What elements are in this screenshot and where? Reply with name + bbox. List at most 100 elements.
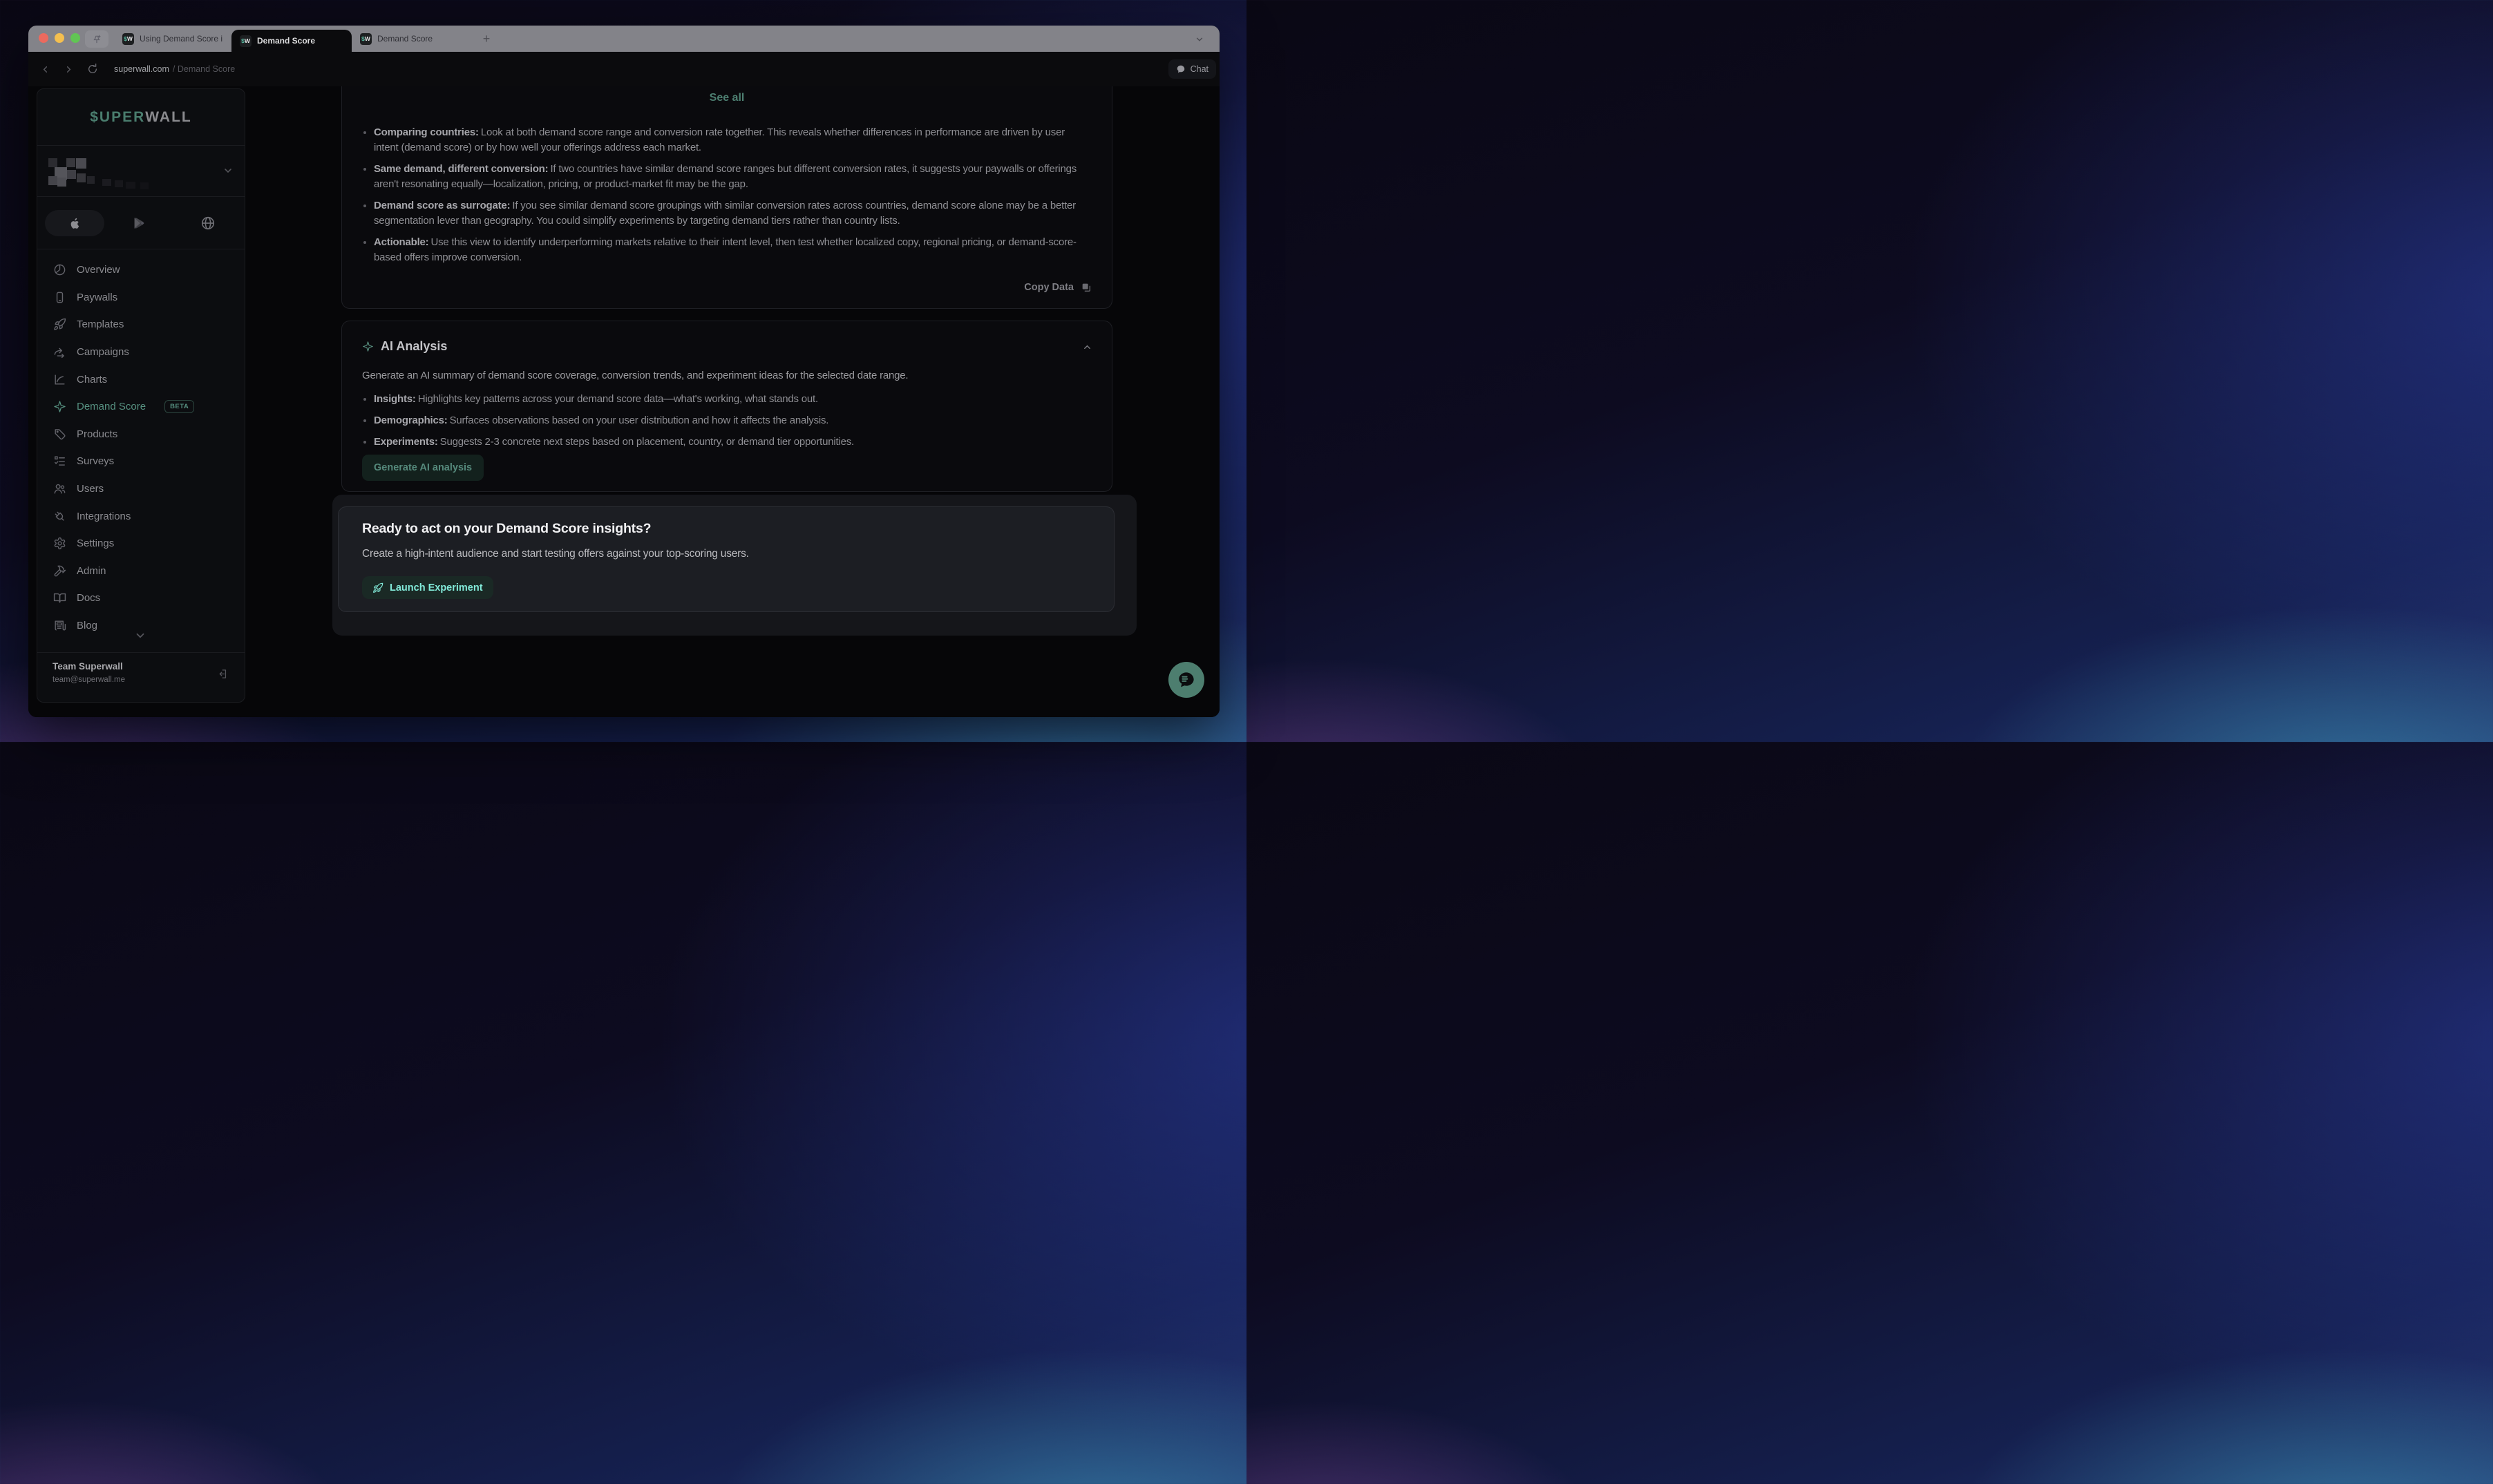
sidebar-item-integrations[interactable]: Integrations (37, 502, 245, 530)
rocket-icon (372, 582, 383, 593)
tab-title: Demand Score (377, 34, 433, 44)
sidebar-nav: Overview Paywalls Templates Campaigns Ch… (37, 256, 245, 639)
launch-experiment-label: Launch Experiment (390, 582, 483, 593)
copy-icon (1081, 282, 1092, 293)
line-chart-icon (53, 372, 66, 386)
sidebar-item-label: Integrations (77, 511, 131, 522)
sidebar-item-paywalls[interactable]: Paywalls (37, 284, 245, 312)
demand-score-tips-card: See all Comparing countries:Look at both… (341, 86, 1112, 309)
platform-android-button[interactable] (131, 216, 146, 231)
gear-icon (53, 537, 66, 551)
copy-data-button[interactable]: Copy Data (1024, 282, 1092, 293)
bullet-dot (363, 204, 366, 207)
sidebar-item-demand-score[interactable]: Demand Score BETA (37, 393, 245, 421)
platform-web-button[interactable] (200, 216, 216, 231)
plug-icon (53, 509, 66, 523)
sidebar-item-users[interactable]: Users (37, 475, 245, 503)
account-email: team@superwall.me (53, 676, 125, 684)
sidebar-item-admin[interactable]: Admin (37, 558, 245, 585)
rocket-icon (53, 318, 66, 332)
address-bar[interactable]: superwall.com / Demand Score (114, 52, 235, 86)
ai-analysis-card: AI Analysis Generate an AI summary of de… (341, 321, 1112, 492)
sidebar-item-charts[interactable]: Charts (37, 365, 245, 393)
list-item: Demand score as surrogate:If you see sim… (362, 198, 1092, 229)
sidebar-item-label: Demand Score (77, 401, 146, 412)
generate-ai-analysis-button[interactable]: Generate AI analysis (362, 455, 484, 481)
platform-ios-button[interactable] (45, 210, 104, 236)
superwall-favicon: $W (122, 33, 134, 45)
tab-demand-score-active[interactable]: $W Demand Score (231, 30, 352, 52)
superwall-favicon: $W (360, 33, 372, 45)
support-chat-fab[interactable] (1168, 662, 1204, 698)
back-button[interactable] (38, 52, 52, 86)
list-item: Same demand, different conversion:If two… (362, 162, 1092, 192)
minimize-window-button[interactable] (55, 33, 64, 43)
launch-experiment-button[interactable]: Launch Experiment (362, 576, 493, 599)
list-item: Comparing countries:Look at both demand … (362, 125, 1092, 155)
bullet-dot (363, 419, 366, 422)
tab-using-demand-score[interactable]: $W Using Demand Score i (114, 26, 231, 52)
sidebar-item-label: Docs (77, 592, 100, 604)
browser-chat-button[interactable]: Chat (1168, 59, 1216, 79)
account-name: Team Superwall (53, 661, 123, 672)
sidebar-item-label: Blog (77, 620, 97, 631)
sidebar-item-docs[interactable]: Docs (37, 584, 245, 612)
browser-toolbar: superwall.com / Demand Score Chat (28, 52, 1220, 86)
sidebar-item-label: Surveys (77, 455, 114, 467)
newspaper-icon (53, 619, 66, 633)
sidebar-account: Team Superwall team@superwall.me (37, 652, 245, 702)
book-open-icon (53, 591, 66, 605)
ai-analysis-title: AI Analysis (381, 339, 447, 354)
sidebar-item-products[interactable]: Products (37, 421, 245, 448)
tag-icon (53, 427, 66, 441)
sign-out-icon[interactable] (216, 668, 228, 680)
close-window-button[interactable] (39, 33, 48, 43)
tab-list-chevron-down-icon[interactable] (1195, 35, 1204, 44)
page-content: $UPERWALL (28, 86, 1220, 717)
beta-badge: BETA (164, 400, 194, 413)
sidebar-item-label: Paywalls (77, 292, 117, 303)
zoom-window-button[interactable] (70, 33, 80, 43)
tab-title: Using Demand Score i (140, 34, 222, 44)
cta-card: Ready to act on your Demand Score insigh… (338, 506, 1115, 612)
platform-switcher (37, 197, 245, 249)
list-item: Demographics:Surfaces observations based… (362, 412, 1092, 430)
sidebar-item-campaigns[interactable]: Campaigns (37, 339, 245, 366)
ai-analysis-list: Insights:Highlights key patterns across … (362, 390, 1092, 455)
reload-button[interactable] (86, 52, 99, 86)
see-all-link[interactable]: See all (342, 92, 1112, 104)
sidebar-item-label: Templates (77, 318, 124, 330)
globe-icon (200, 216, 216, 231)
sidebar-item-overview[interactable]: Overview (37, 256, 245, 284)
sparkle-icon (362, 341, 374, 352)
list-item: Actionable:Use this view to identify und… (362, 235, 1092, 265)
chat-bubble-icon (1176, 669, 1197, 690)
new-tab-button[interactable]: + (479, 31, 494, 46)
sidebar-item-templates[interactable]: Templates (37, 311, 245, 339)
sidebar-item-settings[interactable]: Settings (37, 530, 245, 558)
sidebar: $UPERWALL (37, 88, 245, 703)
sidebar-item-surveys[interactable]: Surveys (37, 448, 245, 475)
workspace-selector[interactable] (37, 146, 245, 197)
ai-analysis-description: Generate an AI summary of demand score c… (362, 370, 908, 381)
sidebar-scroll-chevron-down-icon[interactable] (134, 629, 146, 642)
copy-data-label: Copy Data (1024, 282, 1074, 293)
google-play-icon (131, 216, 146, 231)
smartphone-icon (53, 290, 66, 304)
url-site: superwall.com (114, 64, 169, 74)
users-icon (53, 482, 66, 496)
bullet-dot (363, 398, 366, 401)
collapse-chevron-up-icon[interactable] (1082, 342, 1092, 352)
tab-demand-score-2[interactable]: $W Demand Score (352, 26, 476, 52)
pin-tab-button[interactable] (85, 30, 108, 48)
browser-window: $W Using Demand Score i $W Demand Score … (28, 26, 1220, 717)
cta-section: Ready to act on your Demand Score insigh… (332, 495, 1137, 636)
chat-button-label: Chat (1191, 64, 1208, 74)
logo-secondary: WALL (145, 109, 191, 126)
chat-bubble-icon (1176, 64, 1186, 74)
sidebar-item-label: Products (77, 428, 117, 440)
logo-primary: $UPER (90, 109, 145, 126)
workspace-name-redacted (48, 154, 166, 189)
superwall-logo: $UPERWALL (37, 89, 245, 146)
forward-button[interactable] (61, 52, 75, 86)
